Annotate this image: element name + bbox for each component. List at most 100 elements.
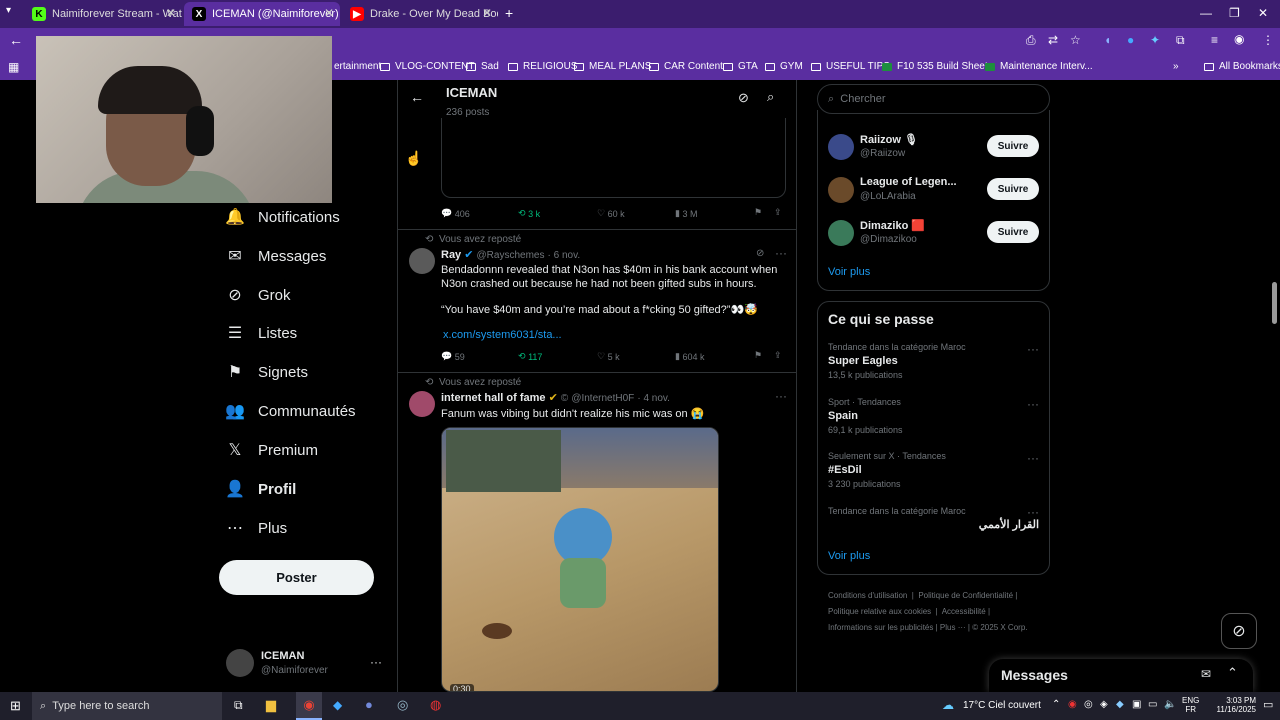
trend-title[interactable]: Super Eagles	[828, 355, 898, 367]
trend-more-icon[interactable]: ···	[1027, 397, 1039, 411]
close-window-icon[interactable]: ✕	[1258, 6, 1268, 20]
apps-grid-icon[interactable]: ▦	[8, 60, 19, 74]
reply-button[interactable]: 💬 59	[441, 351, 465, 362]
footer-link[interactable]: Plus ···	[940, 623, 966, 632]
tray-app-icon[interactable]: ◈	[1100, 699, 1108, 710]
notifications-icon[interactable]: ▭	[1263, 698, 1273, 711]
more-bookmarks-icon[interactable]: »	[1173, 61, 1179, 72]
post-author[interactable]: internet hall of fame ✔ © @InternetH0F ·…	[441, 391, 670, 404]
repost-button[interactable]: ⟲ 3 k	[518, 208, 540, 219]
obs-icon[interactable]: ◍	[430, 697, 441, 713]
bookmark-item[interactable]: F10 535 Build Sheet...	[882, 61, 996, 72]
trend-title[interactable]: Spain	[828, 410, 858, 422]
trend-more-icon[interactable]: ···	[1027, 505, 1039, 519]
follow-button[interactable]: Suivre	[987, 135, 1039, 157]
bookmark-item[interactable]: CAR Content	[649, 61, 723, 72]
nav-premium[interactable]: 𝕏 Premium	[224, 439, 318, 461]
scrollbar-thumb[interactable]	[1272, 282, 1277, 324]
bookmark-icon[interactable]: ⚑	[754, 350, 762, 361]
footer-link[interactable]: Informations sur les publicités	[828, 623, 933, 632]
post-author[interactable]: Ray ✔ @Rayschemes · 6 nov.	[441, 248, 580, 261]
nav-messages[interactable]: ✉ Messages	[224, 245, 326, 267]
footer-link[interactable]: Accessibilité	[942, 607, 986, 616]
extension-icon[interactable]: ✦	[1150, 33, 1160, 47]
discord-icon[interactable]: ●	[365, 697, 373, 712]
volume-icon[interactable]: 🔈	[1164, 699, 1176, 710]
nav-grok[interactable]: ⊘ Grok	[224, 284, 290, 306]
weather-text[interactable]: 17°C Ciel couvert	[963, 700, 1041, 711]
grok-icon[interactable]: ⊘	[756, 248, 764, 259]
post-more-icon[interactable]: ···	[775, 389, 787, 403]
views-button[interactable]: ▮ 3 M	[675, 208, 697, 219]
star-icon[interactable]: ☆	[1070, 33, 1081, 47]
menu-dots-icon[interactable]: ⋮	[1262, 33, 1274, 47]
search-icon[interactable]: ⌕	[767, 89, 774, 105]
extension-icon[interactable]: ●	[1127, 33, 1134, 47]
tray-app-icon[interactable]: ▣	[1132, 699, 1141, 710]
tray-chevron-icon[interactable]: ⌃	[1052, 699, 1060, 710]
tab-list-icon[interactable]: ▾	[6, 5, 11, 16]
bookmark-item[interactable]: MEAL PLANS	[574, 61, 651, 72]
tray-app-icon[interactable]: ◆	[1116, 699, 1124, 710]
tab-kick[interactable]: K Naimiforever Stream - Watch Li ✕	[24, 2, 182, 26]
messages-drawer[interactable]: Messages ✉ ⌃	[989, 659, 1253, 692]
avatar[interactable]	[409, 248, 435, 274]
post-button[interactable]: Poster	[219, 560, 374, 595]
file-explorer-icon[interactable]: ▆	[266, 697, 276, 713]
nav-profile[interactable]: 👤 Profil	[224, 478, 296, 500]
bookmark-item[interactable]: RELIGIOUS	[508, 61, 577, 72]
follow-button[interactable]: Suivre	[987, 221, 1039, 243]
steam-icon[interactable]: ◎	[397, 697, 408, 713]
close-tab-icon[interactable]: ✕	[166, 6, 176, 20]
translate-icon[interactable]: ⇄	[1048, 33, 1058, 47]
show-more-link[interactable]: Voir plus	[828, 266, 870, 278]
like-button[interactable]: ♡ 60 k	[597, 208, 625, 219]
post-media[interactable]	[441, 118, 786, 198]
grok-floating-icon[interactable]: ⊘	[1221, 613, 1257, 649]
trend-more-icon[interactable]: ···	[1027, 451, 1039, 465]
minimize-icon[interactable]: —	[1200, 6, 1212, 20]
taskbar-search-input[interactable]: ⌕ Type here to search	[32, 692, 222, 720]
install-app-icon[interactable]: ⎙	[1026, 33, 1036, 48]
tab-x[interactable]: X ICEMAN (@Naimiforever) / X ✕	[184, 2, 340, 26]
show-more-link[interactable]: Voir plus	[828, 550, 870, 562]
trend-more-icon[interactable]: ···	[1027, 342, 1039, 356]
like-button[interactable]: ♡ 5 k	[597, 351, 620, 362]
bookmark-item[interactable]: GTA	[723, 61, 758, 72]
taskbar-clock[interactable]: 3:03 PM 11/16/2025	[1200, 696, 1256, 714]
footer-link[interactable]: Politique de Confidentialité	[918, 591, 1013, 600]
tray-app-icon[interactable]: ◉	[1068, 699, 1077, 710]
trend-title[interactable]: القرار الأممي	[828, 518, 1039, 531]
post-video[interactable]: 0:30	[441, 427, 719, 692]
input-language[interactable]: ENG FR	[1182, 696, 1199, 714]
expand-icon[interactable]: ⌃	[1227, 665, 1238, 681]
avatar[interactable]	[409, 391, 435, 417]
nav-more[interactable]: ⋯ Plus	[224, 517, 287, 539]
profile-avatar-icon[interactable]: ◉	[1234, 32, 1244, 46]
repost-button[interactable]: ⟲ 117	[518, 351, 542, 362]
share-icon[interactable]: ⇪	[774, 350, 782, 361]
nav-communities[interactable]: 👥 Communautés	[224, 400, 356, 422]
extensions-puzzle-icon[interactable]: ⧉	[1176, 33, 1185, 48]
network-icon[interactable]: ▭	[1148, 699, 1157, 710]
weather-icon[interactable]: ☁	[942, 698, 954, 712]
close-tab-icon[interactable]: ✕	[324, 6, 334, 20]
nav-lists[interactable]: ☰ Listes	[224, 322, 297, 344]
avatar[interactable]	[828, 177, 854, 203]
footer-link[interactable]: Conditions d'utilisation	[828, 591, 907, 600]
new-message-icon[interactable]: ✉	[1201, 667, 1211, 681]
app-taskbar-icon[interactable]: ◆	[333, 698, 342, 712]
reading-list-icon[interactable]: ≡	[1211, 33, 1218, 47]
nav-bookmarks[interactable]: ⚑ Signets	[224, 361, 308, 383]
avatar[interactable]	[828, 134, 854, 160]
avatar[interactable]	[226, 649, 254, 677]
bookmark-item[interactable]: VLOG-CONTENT	[380, 61, 474, 72]
footer-link[interactable]: Politique relative aux cookies	[828, 607, 931, 616]
bookmark-item[interactable]: Sad	[466, 61, 499, 72]
bookmark-item[interactable]: ertainment	[334, 61, 381, 72]
follow-button[interactable]: Suivre	[987, 178, 1039, 200]
tray-app-icon[interactable]: ◎	[1084, 699, 1093, 710]
new-tab-icon[interactable]: +	[505, 5, 513, 21]
reply-button[interactable]: 💬 406	[441, 208, 470, 219]
post-more-icon[interactable]: ···	[775, 246, 787, 260]
